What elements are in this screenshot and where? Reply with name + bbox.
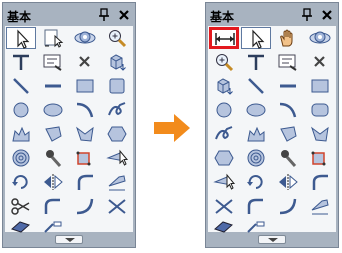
panel-title: 基本 <box>210 10 235 24</box>
rotate-view-icon[interactable] <box>305 27 335 49</box>
box-3d-icon[interactable] <box>102 51 132 73</box>
circle-icon[interactable] <box>209 99 239 121</box>
polygon-icon[interactable] <box>273 123 303 145</box>
page-select-icon[interactable] <box>38 27 68 49</box>
rounded-rect-icon[interactable] <box>305 99 335 121</box>
bezier-curve-icon[interactable] <box>241 195 271 217</box>
select-arrow-icon[interactable] <box>241 27 271 49</box>
spiral-curve-icon[interactable] <box>102 99 132 121</box>
pointer-icon[interactable] <box>102 147 132 169</box>
scroll-area <box>5 234 133 245</box>
close-icon[interactable] <box>117 7 131 23</box>
circle-icon[interactable] <box>6 99 36 121</box>
corner-curve-icon[interactable] <box>273 195 303 217</box>
spiral-icon[interactable] <box>241 147 271 169</box>
ellipse-icon[interactable] <box>241 99 271 121</box>
rotate-view-icon[interactable] <box>70 27 100 49</box>
brush-icon[interactable] <box>38 147 68 169</box>
fillet-icon[interactable] <box>305 171 335 193</box>
line-icon[interactable] <box>6 51 36 73</box>
flip-icon[interactable] <box>273 171 303 193</box>
crescent-icon[interactable] <box>70 123 100 145</box>
square-icon[interactable] <box>102 75 132 97</box>
spiral-icon[interactable] <box>6 147 36 169</box>
pin-icon[interactable] <box>300 7 314 23</box>
delete-cross-icon[interactable] <box>305 51 335 73</box>
pointer-icon[interactable] <box>209 171 239 193</box>
close-icon[interactable] <box>320 7 334 23</box>
bezier-curve-icon[interactable] <box>38 195 68 217</box>
delete-cross-icon[interactable] <box>70 51 100 73</box>
hand-pan-icon[interactable] <box>273 27 303 49</box>
cross-icon[interactable] <box>102 195 132 217</box>
right-arrow-icon <box>154 114 190 142</box>
chevron-down-icon <box>65 238 75 242</box>
pen-icon[interactable] <box>102 171 132 193</box>
toolbox-panel-after: 基本 <box>205 2 339 248</box>
zoom-icon[interactable] <box>209 51 239 73</box>
chevron-down-icon <box>268 238 278 242</box>
scroll-area <box>208 234 336 245</box>
panel-titlebar: 基本 <box>208 6 336 26</box>
tool-grid <box>208 26 336 233</box>
dash-line-icon[interactable] <box>273 75 303 97</box>
flip-icon[interactable] <box>38 171 68 193</box>
rectangle-icon[interactable] <box>305 75 335 97</box>
box-3d-icon[interactable] <box>209 75 239 97</box>
ellipse-icon[interactable] <box>38 99 68 121</box>
rotate-shape-icon[interactable] <box>305 147 335 169</box>
panel-title: 基本 <box>7 10 32 24</box>
dash-line-icon[interactable] <box>38 75 68 97</box>
fillet-icon[interactable] <box>70 171 100 193</box>
rotate-arrows-icon[interactable] <box>241 171 271 193</box>
polyline-icon[interactable] <box>6 123 36 145</box>
scissors-icon[interactable] <box>6 195 36 217</box>
pen-icon[interactable] <box>305 195 335 217</box>
panel-titlebar: 基本 <box>5 6 133 26</box>
polygon-icon[interactable] <box>38 123 68 145</box>
text-icon[interactable] <box>38 51 68 73</box>
scroll-down-button[interactable] <box>258 235 286 244</box>
dimension-icon[interactable] <box>209 27 239 49</box>
rotate-arrows-icon[interactable] <box>6 171 36 193</box>
brush-icon[interactable] <box>273 147 303 169</box>
diagonal-line-icon[interactable] <box>241 75 271 97</box>
crescent-icon[interactable] <box>305 123 335 145</box>
arc-icon[interactable] <box>70 99 100 121</box>
tool-grid <box>5 26 133 233</box>
text-box-icon[interactable] <box>273 51 303 73</box>
pin-icon[interactable] <box>97 7 111 23</box>
scroll-down-button[interactable] <box>55 235 83 244</box>
diagonal-line-icon[interactable] <box>6 75 36 97</box>
corner-curve-icon[interactable] <box>70 195 100 217</box>
rotate-shape-icon[interactable] <box>70 147 100 169</box>
toolbox-panel-before: 基本 <box>2 2 136 248</box>
hexagon-icon[interactable] <box>102 123 132 145</box>
rectangle-icon[interactable] <box>70 75 100 97</box>
polyline-icon[interactable] <box>241 123 271 145</box>
text-icon[interactable] <box>241 51 271 73</box>
zoom-icon[interactable] <box>102 27 132 49</box>
cross-icon[interactable] <box>209 195 239 217</box>
hexagon-icon[interactable] <box>209 147 239 169</box>
select-arrow-icon[interactable] <box>6 27 36 49</box>
arc-icon[interactable] <box>273 99 303 121</box>
spiral-curve-icon[interactable] <box>209 123 239 145</box>
